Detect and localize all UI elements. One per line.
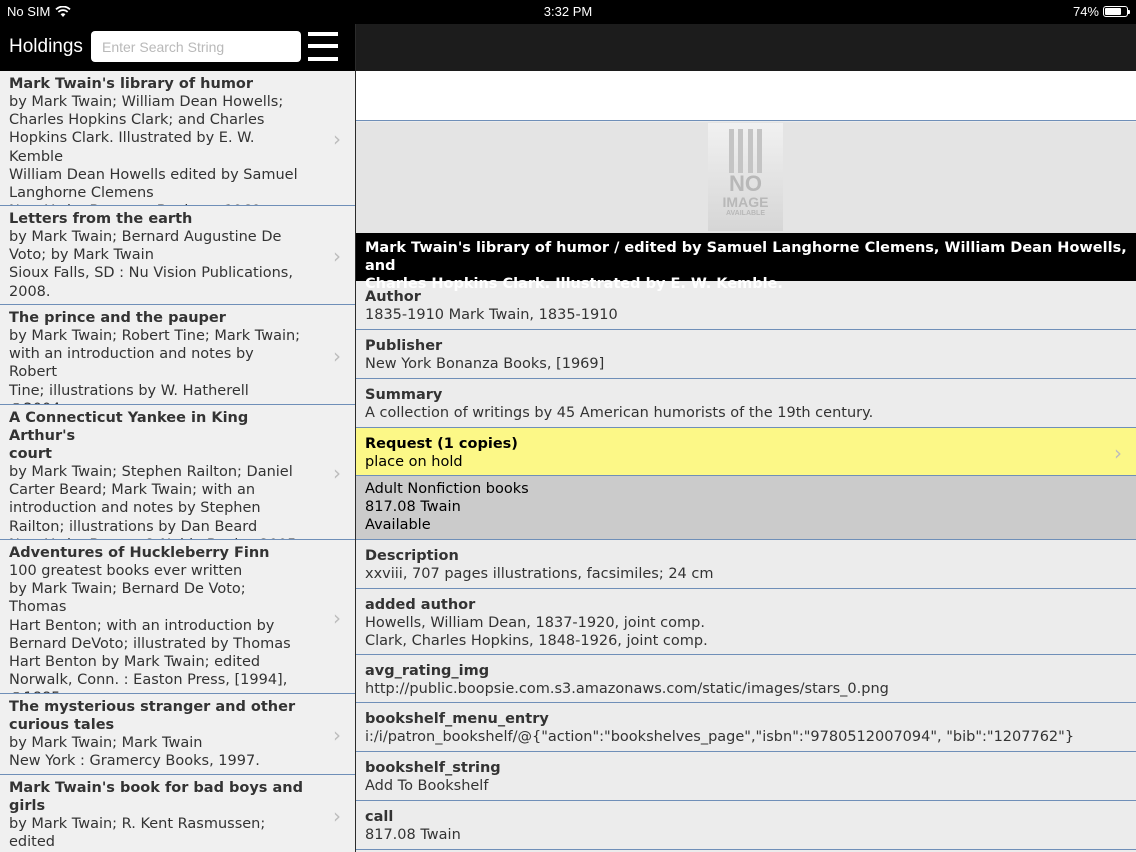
item-title: The prince and the pauper [9, 310, 226, 326]
item-title: Letters from the earth [9, 211, 193, 227]
battery-icon [1103, 6, 1130, 17]
detail-pane: NO IMAGE AVAILABLE Mark Twain's library … [356, 24, 1136, 852]
summary-field: Summary A collection of writings by 45 A… [356, 379, 1136, 428]
field-value: xxviii, 707 pages illustrations, facsimi… [365, 566, 714, 582]
detail-spacer [356, 71, 1136, 121]
field-label: Request (1 copies) [365, 436, 518, 452]
chevron-right-icon: › [333, 461, 341, 485]
field-value: i:/i/patron_bookshelf/@{"action":"booksh… [365, 729, 1075, 745]
item-details: by Mark Twain; William Dean Howells; Cha… [9, 94, 298, 205]
item-title: The mysterious stranger and other curiou… [9, 699, 296, 733]
item-details: by Mark Twain; Bernard Augustine De Voto… [9, 229, 293, 300]
bookshelf-menu-entry-field: bookshelf_menu_entry i:/i/patron_bookshe… [356, 703, 1136, 752]
field-value: place on hold [365, 454, 463, 470]
item-details: by Mark Twain; Mark Twain New York : Gra… [9, 735, 260, 770]
status-bar: No SIM 3:32 PM 74% [0, 0, 1136, 24]
field-label: Publisher [365, 338, 443, 354]
bookshelf-string-field: bookshelf_string Add To Bookshelf [356, 752, 1136, 801]
field-value: New York Bonanza Books, [1969] [365, 356, 605, 372]
added-author-field: added author Howells, William Dean, 1837… [356, 589, 1136, 655]
chevron-right-icon: › [333, 244, 341, 268]
field-label: added author [365, 597, 476, 613]
chevron-right-icon: › [333, 804, 341, 828]
field-label: Summary [365, 387, 443, 403]
item-title: Mark Twain's library of humor [9, 76, 254, 92]
list-item[interactable]: The prince and the pauper by Mark Twain;… [0, 305, 355, 405]
record-fields: Author 1835-1910 Mark Twain, 1835-1910 P… [356, 281, 1136, 850]
item-details: by Mark Twain; Robert Tine; Mark Twain; … [9, 328, 301, 404]
call-number-field: call 817.08 Twain [356, 801, 1136, 850]
chevron-right-icon: › [333, 343, 341, 368]
item-title: Mark Twain's book for bad boys and girls [9, 780, 303, 814]
clock: 3:32 PM [543, 4, 593, 19]
field-value: Adult Nonfiction books 817.08 Twain Avai… [365, 481, 529, 534]
field-value: 817.08 Twain [365, 827, 461, 843]
field-value: Add To Bookshelf [365, 778, 489, 794]
no-image-line2: IMAGE [722, 194, 769, 210]
holdings-pane: Holdings Mark Twain's library of humor b… [0, 24, 355, 852]
avg-rating-field: avg_rating_img http://public.boopsie.com… [356, 655, 1136, 703]
holdings-info: Adult Nonfiction books 817.08 Twain Avai… [356, 476, 1136, 540]
field-label: bookshelf_string [365, 760, 501, 776]
detail-header [356, 24, 1136, 71]
field-value: Howells, William Dean, 1837-1920, joint … [365, 615, 708, 650]
field-value: 1835-1910 Mark Twain, 1835-1910 [365, 307, 618, 323]
hamburger-menu-icon[interactable] [308, 32, 338, 61]
list-item[interactable]: A Connecticut Yankee in King Arthur's co… [0, 405, 355, 540]
item-details: by Mark Twain; Stephen Railton; Daniel C… [9, 464, 301, 539]
no-image-placeholder: NO IMAGE AVAILABLE [708, 123, 783, 231]
publisher-field: Publisher New York Bonanza Books, [1969] [356, 330, 1136, 379]
item-title: A Connecticut Yankee in King Arthur's co… [9, 410, 249, 462]
results-list: Mark Twain's library of humor by Mark Tw… [0, 71, 355, 852]
list-item[interactable]: Mark Twain's book for bad boys and girls… [0, 775, 355, 852]
field-label: Author [365, 289, 421, 305]
field-label: call [365, 809, 394, 825]
list-item[interactable]: Mark Twain's library of humor by Mark Tw… [0, 71, 355, 206]
search-input[interactable] [91, 31, 301, 62]
chevron-right-icon: › [333, 723, 341, 747]
description-field: Description xxviii, 707 pages illustrati… [356, 540, 1136, 589]
chevron-right-icon: › [333, 605, 341, 630]
item-title: Adventures of Huckleberry Finn [9, 545, 270, 561]
cover-area: NO IMAGE AVAILABLE [356, 122, 1136, 234]
no-image-line1: NO [729, 171, 762, 196]
list-item[interactable]: Letters from the earth by Mark Twain; Be… [0, 206, 355, 305]
field-label: avg_rating_img [365, 663, 490, 679]
list-item[interactable]: Adventures of Huckleberry Finn 100 great… [0, 540, 355, 694]
item-details: 100 greatest books ever written by Mark … [9, 563, 291, 693]
record-title: Mark Twain's library of humor / edited b… [356, 233, 1136, 292]
chevron-right-icon: › [333, 127, 341, 151]
holdings-header: Holdings [0, 24, 355, 71]
item-details: by Mark Twain; R. Kent Rasmussen; edited… [9, 816, 266, 851]
field-label: bookshelf_menu_entry [365, 711, 549, 727]
request-hold-button[interactable]: Request (1 copies) place on hold › [356, 428, 1136, 476]
no-image-line3: AVAILABLE [725, 210, 766, 217]
field-value: A collection of writings by 45 American … [365, 405, 874, 421]
chevron-right-icon: › [1114, 440, 1122, 465]
battery-percent: 74% [1072, 4, 1099, 19]
field-value: http://public.boopsie.com.s3.amazonaws.c… [365, 681, 889, 697]
list-item[interactable]: The mysterious stranger and other curiou… [0, 694, 355, 775]
field-label: Description [365, 548, 459, 564]
author-field: Author 1835-1910 Mark Twain, 1835-1910 [356, 281, 1136, 330]
page-title: Holdings [9, 36, 83, 57]
